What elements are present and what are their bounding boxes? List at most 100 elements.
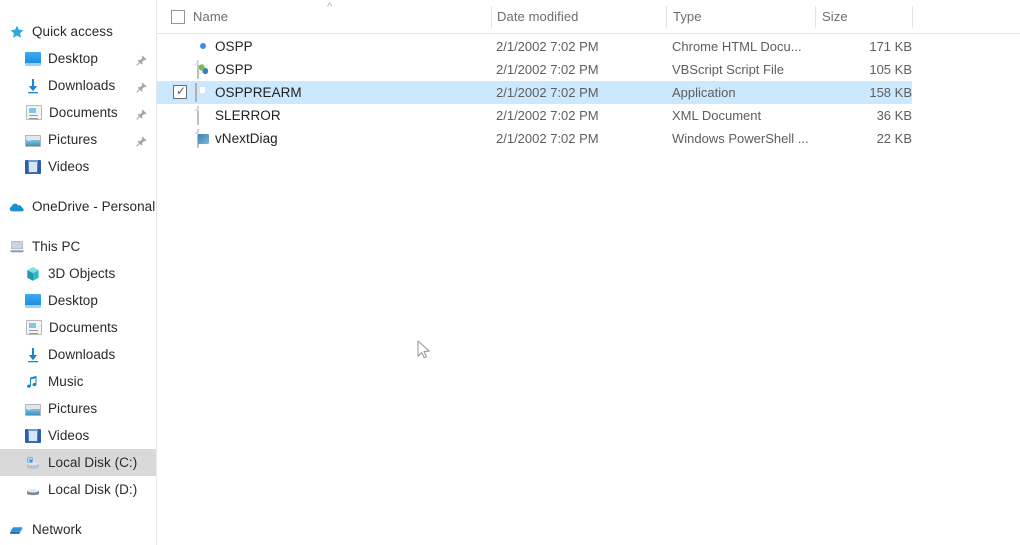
sidebar-group-network[interactable]: Network bbox=[0, 516, 156, 543]
3d-objects-icon bbox=[25, 266, 41, 282]
sidebar-item-local-disk-c[interactable]: Local Disk (C:) bbox=[0, 449, 156, 476]
hard-drive-icon bbox=[25, 482, 41, 498]
file-type: Application bbox=[672, 85, 736, 100]
table-row[interactable]: vNextDiag 2/1/2002 7:02 PM Windows Power… bbox=[157, 127, 912, 150]
download-icon bbox=[25, 347, 41, 363]
file-explorer-window: Quick access Desktop Downloads Documents bbox=[0, 0, 1020, 545]
cloud-icon bbox=[9, 199, 25, 215]
sidebar-item-local-disk-d[interactable]: Local Disk (D:) bbox=[0, 476, 156, 503]
file-name: OSPPREARM bbox=[215, 85, 302, 100]
pin-icon bbox=[136, 53, 147, 66]
pictures-icon bbox=[25, 403, 41, 416]
sidebar-item-downloads[interactable]: Downloads bbox=[0, 72, 156, 99]
pictures-icon bbox=[25, 134, 41, 147]
powershell-icon bbox=[197, 129, 199, 148]
file-size: 105 KB bbox=[869, 62, 912, 77]
download-icon bbox=[25, 78, 41, 94]
music-icon bbox=[25, 374, 41, 390]
sidebar-item-label: Downloads bbox=[48, 77, 116, 93]
file-name: OSPP bbox=[215, 39, 253, 54]
column-header-label: Date modified bbox=[497, 9, 579, 24]
select-all-checkbox[interactable] bbox=[171, 10, 185, 24]
sidebar-item-desktop[interactable]: Desktop bbox=[0, 45, 156, 72]
sidebar-group-this-pc[interactable]: This PC bbox=[0, 233, 156, 260]
file-date-modified: 2/1/2002 7:02 PM bbox=[496, 108, 599, 123]
star-icon bbox=[9, 24, 25, 40]
row-checkbox[interactable]: ✓ bbox=[173, 84, 187, 99]
sidebar-item-label: 3D Objects bbox=[48, 265, 116, 281]
column-header-label: Type bbox=[673, 9, 702, 24]
sidebar-item-downloads-pc[interactable]: Downloads bbox=[0, 341, 156, 368]
file-date-modified: 2/1/2002 7:02 PM bbox=[496, 85, 599, 100]
sidebar-item-music[interactable]: Music bbox=[0, 368, 156, 395]
sort-ascending-icon: ^ bbox=[327, 1, 333, 13]
xml-document-icon bbox=[197, 106, 199, 125]
sidebar-item-desktop-pc[interactable]: Desktop bbox=[0, 287, 156, 314]
videos-icon bbox=[25, 429, 41, 443]
vbscript-icon bbox=[197, 60, 199, 79]
table-row-selected[interactable]: ✓ OSPPREARM 2/1/2002 7:02 PM Application… bbox=[157, 81, 912, 104]
sidebar-item-documents[interactable]: Documents bbox=[0, 99, 156, 126]
sidebar-item-label: Downloads bbox=[48, 346, 116, 362]
sidebar-group-onedrive[interactable]: OneDrive - Personal bbox=[0, 193, 156, 220]
file-list-pane: Name ^ Date modified Type Size OSPP 2/1/… bbox=[157, 0, 1020, 545]
file-type: VBScript Script File bbox=[672, 62, 784, 77]
table-row[interactable]: SLERROR 2/1/2002 7:02 PM XML Document 36… bbox=[157, 104, 912, 127]
sidebar-item-pictures[interactable]: Pictures bbox=[0, 126, 156, 153]
column-header-type[interactable]: Type bbox=[673, 0, 702, 33]
column-divider[interactable] bbox=[491, 6, 492, 28]
sidebar-item-label: Pictures bbox=[48, 400, 98, 416]
sidebar-item-label: Documents bbox=[49, 319, 118, 335]
sidebar-group-label: OneDrive - Personal bbox=[32, 198, 156, 214]
column-divider[interactable] bbox=[666, 6, 667, 28]
sidebar-group-label: This PC bbox=[32, 238, 81, 254]
desktop-icon bbox=[25, 294, 41, 308]
sidebar-item-label: Music bbox=[48, 373, 84, 389]
column-header-label: Name bbox=[193, 9, 229, 24]
file-date-modified: 2/1/2002 7:02 PM bbox=[496, 39, 599, 54]
sidebar-item-videos[interactable]: Videos bbox=[0, 153, 156, 180]
sidebar-item-documents-pc[interactable]: Documents bbox=[0, 314, 156, 341]
file-name: SLERROR bbox=[215, 108, 281, 123]
sidebar-item-pictures-pc[interactable]: Pictures bbox=[0, 395, 156, 422]
computer-icon bbox=[9, 239, 25, 255]
column-divider[interactable] bbox=[912, 6, 913, 28]
sidebar-item-label: Pictures bbox=[48, 131, 98, 147]
file-name: vNextDiag bbox=[215, 131, 278, 146]
file-size: 36 KB bbox=[876, 108, 912, 123]
pin-icon bbox=[136, 107, 147, 120]
sidebar-item-label: Desktop bbox=[48, 50, 98, 66]
column-divider[interactable] bbox=[815, 6, 816, 28]
file-date-modified: 2/1/2002 7:02 PM bbox=[496, 62, 599, 77]
sidebar-group-quick-access[interactable]: Quick access bbox=[0, 18, 156, 45]
sidebar-item-label: Videos bbox=[48, 158, 90, 174]
application-icon bbox=[195, 83, 197, 102]
column-header-name[interactable]: Name bbox=[193, 0, 228, 33]
pin-icon bbox=[136, 80, 147, 93]
sidebar-item-label: Videos bbox=[48, 427, 90, 443]
desktop-icon bbox=[25, 52, 41, 66]
videos-icon bbox=[25, 160, 41, 174]
sidebar-item-label: Documents bbox=[49, 104, 118, 120]
column-header-label: Size bbox=[822, 9, 848, 24]
file-size: 22 KB bbox=[876, 131, 912, 146]
file-type: XML Document bbox=[672, 108, 762, 123]
table-row[interactable]: OSPP 2/1/2002 7:02 PM VBScript Script Fi… bbox=[157, 58, 912, 81]
file-name: OSPP bbox=[215, 62, 253, 77]
documents-icon bbox=[26, 320, 42, 335]
checkmark-icon: ✓ bbox=[176, 84, 187, 98]
sidebar-item-label: Local Disk (C:) bbox=[48, 454, 138, 470]
column-header-date-modified[interactable]: Date modified bbox=[497, 0, 579, 33]
file-rows-container: OSPP 2/1/2002 7:02 PM Chrome HTML Docu..… bbox=[157, 35, 1020, 150]
sidebar-item-videos-pc[interactable]: Videos bbox=[0, 422, 156, 449]
documents-icon bbox=[26, 105, 42, 120]
table-row[interactable]: OSPP 2/1/2002 7:02 PM Chrome HTML Docu..… bbox=[157, 35, 912, 58]
sidebar-item-label: Desktop bbox=[48, 292, 98, 308]
file-size: 171 KB bbox=[869, 39, 912, 54]
pin-icon bbox=[136, 134, 147, 147]
sidebar-item-3d-objects[interactable]: 3D Objects bbox=[0, 260, 156, 287]
column-header-size[interactable]: Size bbox=[822, 0, 848, 33]
